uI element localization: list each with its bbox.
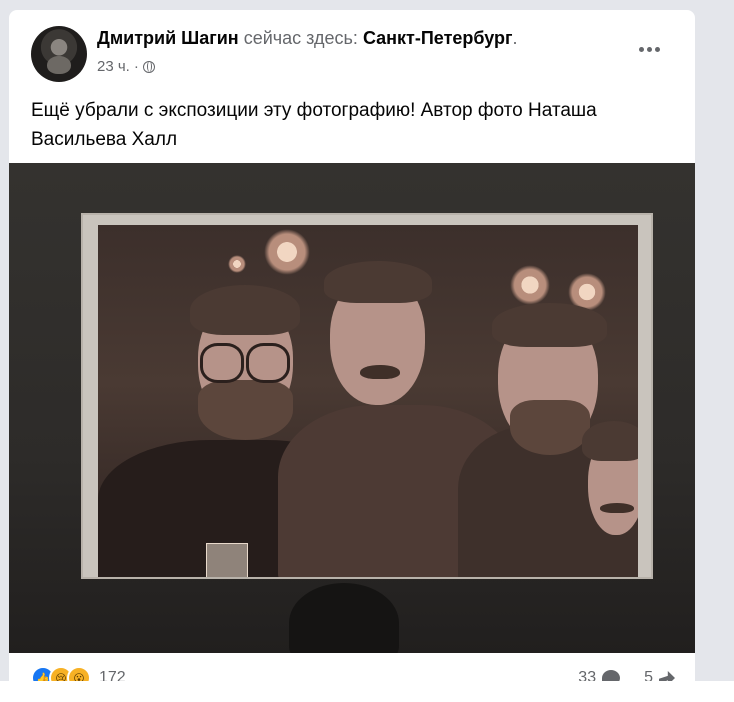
post-header: Дмитрий Шагин сейчас здесь: Санкт-Петерб… [97, 28, 518, 49]
status-prefix: сейчас здесь: [243, 28, 358, 48]
author-avatar[interactable] [31, 26, 87, 82]
ceiling-lamp [510, 265, 550, 305]
person-glasses [246, 343, 290, 383]
ceiling-lamp [264, 229, 310, 275]
person-hair [582, 421, 638, 461]
post-timestamp-link[interactable]: 23 ч. [97, 58, 130, 75]
meta-separator: · [133, 58, 139, 75]
dot-icon [638, 46, 644, 52]
post-meta: 23 ч. · [97, 58, 155, 75]
person-hair [492, 303, 607, 347]
person-mustache [360, 365, 400, 379]
person-beard [198, 380, 293, 440]
place-link[interactable]: Санкт-Петербург [363, 28, 513, 48]
framed-print [98, 225, 638, 577]
post-card: Дмитрий Шагин сейчас здесь: Санкт-Петерб… [9, 10, 695, 690]
dot-icon [654, 46, 660, 52]
viewer-shadow [289, 583, 399, 653]
more-options-button[interactable] [629, 34, 669, 64]
drinking-glass [206, 543, 248, 577]
post-text: Ещё убрали с экспозиции эту фотографию! … [31, 100, 597, 150]
person-hair [324, 261, 432, 303]
person-mustache [600, 503, 634, 513]
person-beard [510, 400, 590, 455]
dot-icon [646, 46, 652, 52]
status-suffix: . [512, 28, 518, 48]
bottom-crop-strip [0, 681, 734, 702]
avatar-beard [47, 56, 71, 74]
author-name-link[interactable]: Дмитрий Шагин [97, 28, 239, 48]
ceiling-lamp [228, 255, 246, 273]
person-hair [190, 285, 300, 335]
globe-icon[interactable] [142, 60, 155, 73]
post-photo[interactable] [9, 163, 695, 653]
person-glasses [200, 343, 244, 383]
